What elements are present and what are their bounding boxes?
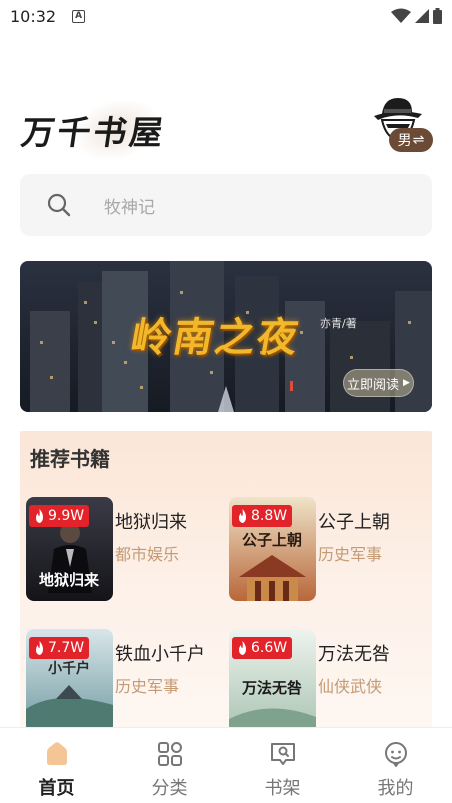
tab-bookshelf[interactable]: 书架 xyxy=(226,728,339,803)
banner-author: 亦青/著 xyxy=(320,317,357,330)
cover-title-text: 小千户 xyxy=(48,660,90,677)
cover-title-text: 地狱归来 xyxy=(39,571,100,589)
book-category: 历史军事 xyxy=(115,677,180,696)
tab-label: 书架 xyxy=(264,778,301,799)
book-cover: 万法无咎 6.6W xyxy=(229,629,316,733)
play-arrow-icon: ▶ xyxy=(403,378,410,388)
heat-value: 7.7W xyxy=(48,640,85,656)
category-grid-icon xyxy=(157,742,182,766)
bottom-tab-bar: 首页 分类 书架 我的 xyxy=(0,727,452,803)
book-category: 仙侠武侠 xyxy=(318,677,383,696)
book-category: 都市娱乐 xyxy=(115,545,180,564)
app-name: 万千书屋 xyxy=(18,113,169,152)
gender-switch-button[interactable]: 男 ⇌ xyxy=(389,128,433,152)
heat-badge: 8.8W xyxy=(232,505,293,527)
tab-label: 分类 xyxy=(151,778,188,799)
book-card[interactable]: 万法无咎 6.6W 万法无咎 仙侠武侠 xyxy=(229,629,429,733)
tab-home[interactable]: 首页 xyxy=(0,728,113,803)
tab-category[interactable]: 分类 xyxy=(113,728,226,803)
book-card[interactable]: 小千户 7.7W 铁血小千户 历史军事 xyxy=(26,629,226,733)
book-title: 地狱归来 xyxy=(115,512,187,533)
fire-icon xyxy=(239,641,246,655)
gender-label: 男 xyxy=(397,133,412,149)
profile-icon xyxy=(384,742,407,767)
fire-icon xyxy=(36,641,43,655)
read-now-button[interactable]: 立即阅读 ▶ xyxy=(343,369,414,397)
heat-value: 8.8W xyxy=(251,508,288,524)
heat-badge: 9.9W xyxy=(29,505,90,527)
book-title: 万法无咎 xyxy=(318,644,390,665)
book-title: 铁血小千户 xyxy=(115,644,205,665)
battery-icon xyxy=(433,8,442,24)
search-input[interactable]: 牧神记 xyxy=(20,174,432,236)
recommended-books-section: 推荐书籍 地狱归来 9.9W 地狱归来 都市娱乐 公子上朝 8.8W 公子上朝 … xyxy=(20,431,432,733)
book-card[interactable]: 地狱归来 9.9W 地狱归来 都市娱乐 xyxy=(26,497,226,601)
home-icon xyxy=(46,742,67,765)
heat-badge: 6.6W xyxy=(232,637,293,659)
bookshelf-icon xyxy=(270,743,295,765)
status-time: 10:32 xyxy=(10,6,57,26)
heat-value: 9.9W xyxy=(48,508,85,524)
heat-badge: 7.7W xyxy=(29,637,90,659)
notification-a-icon: A xyxy=(72,9,86,23)
banner-book-title: 岭南之夜 xyxy=(127,314,304,361)
search-icon xyxy=(47,193,71,217)
header: 万千书屋 男 ⇌ xyxy=(0,80,452,171)
wifi-icon xyxy=(391,8,411,23)
cover-title-text: 公子上朝 xyxy=(242,531,302,549)
read-now-label: 立即阅读 xyxy=(347,377,400,393)
tab-label: 首页 xyxy=(38,778,75,799)
section-title: 推荐书籍 xyxy=(30,447,110,471)
switch-icon: ⇌ xyxy=(412,132,425,148)
tab-label: 我的 xyxy=(377,778,414,799)
fire-icon xyxy=(36,509,43,523)
status-indicators xyxy=(391,8,442,24)
book-cover: 小千户 7.7W xyxy=(26,629,113,733)
cellular-signal-icon xyxy=(415,9,429,23)
book-cover: 地狱归来 9.9W xyxy=(26,497,113,601)
book-title: 公子上朝 xyxy=(318,512,390,533)
tab-profile[interactable]: 我的 xyxy=(339,728,452,803)
status-bar: 10:32 A xyxy=(0,0,452,32)
book-category: 历史军事 xyxy=(318,545,383,564)
search-placeholder: 牧神记 xyxy=(104,197,155,218)
fire-icon xyxy=(239,509,246,523)
featured-banner[interactable]: 岭南之夜 亦青/著 立即阅读 ▶ xyxy=(20,261,432,412)
book-card[interactable]: 公子上朝 8.8W 公子上朝 历史军事 xyxy=(229,497,429,601)
heat-value: 6.6W xyxy=(251,640,288,656)
book-cover: 公子上朝 8.8W xyxy=(229,497,316,601)
cover-title-text: 万法无咎 xyxy=(241,679,302,697)
app-logo: 万千书屋 xyxy=(19,89,192,171)
